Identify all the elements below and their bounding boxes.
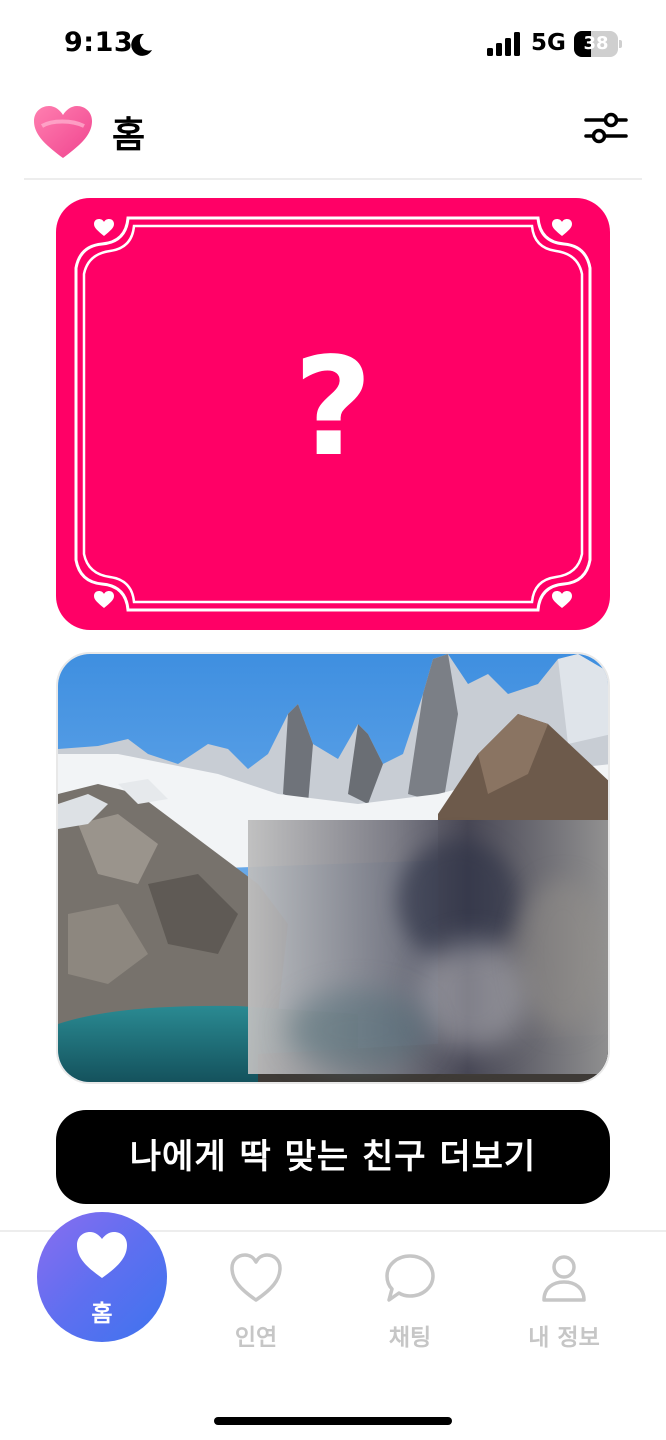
heart-outline-icon [230, 1253, 282, 1302]
tab-label: 채팅 [388, 1325, 432, 1351]
tab-my-info[interactable]: 내 정보 [504, 1252, 624, 1352]
app-header: 홈 [0, 96, 666, 178]
battery-icon: 38 [574, 31, 622, 57]
chat-bubble-icon [385, 1254, 435, 1302]
moon-icon [131, 33, 152, 56]
question-mark: ? [293, 329, 373, 487]
person-icon [542, 1255, 586, 1302]
tab-home[interactable]: 홈 [37, 1212, 167, 1342]
profile-photo-card[interactable] [56, 652, 610, 1084]
tab-connections[interactable]: 인연 [196, 1252, 316, 1352]
status-time: 9:13 [64, 27, 134, 58]
home-indicator [214, 1417, 452, 1425]
battery-level: 38 [583, 33, 609, 54]
tab-label: 인연 [234, 1325, 278, 1351]
more-friends-button[interactable]: 나에게 딱 맞는 친구 더보기 [56, 1110, 610, 1204]
logo-heart-icon [34, 106, 92, 158]
tab-label: 내 정보 [528, 1325, 600, 1351]
blurred-region [248, 820, 608, 1074]
tab-label: 홈 [91, 1301, 113, 1327]
signal-icon [487, 32, 520, 56]
header-divider [24, 178, 642, 180]
heart-icon [77, 1232, 127, 1278]
status-bar: 9:13 5G 38 [0, 0, 666, 90]
network-label: 5G [531, 30, 566, 56]
filter-icon[interactable] [584, 110, 628, 146]
tab-chat[interactable]: 채팅 [350, 1252, 470, 1352]
mystery-card[interactable]: ? [56, 198, 610, 630]
page-title: 홈 [112, 115, 146, 156]
